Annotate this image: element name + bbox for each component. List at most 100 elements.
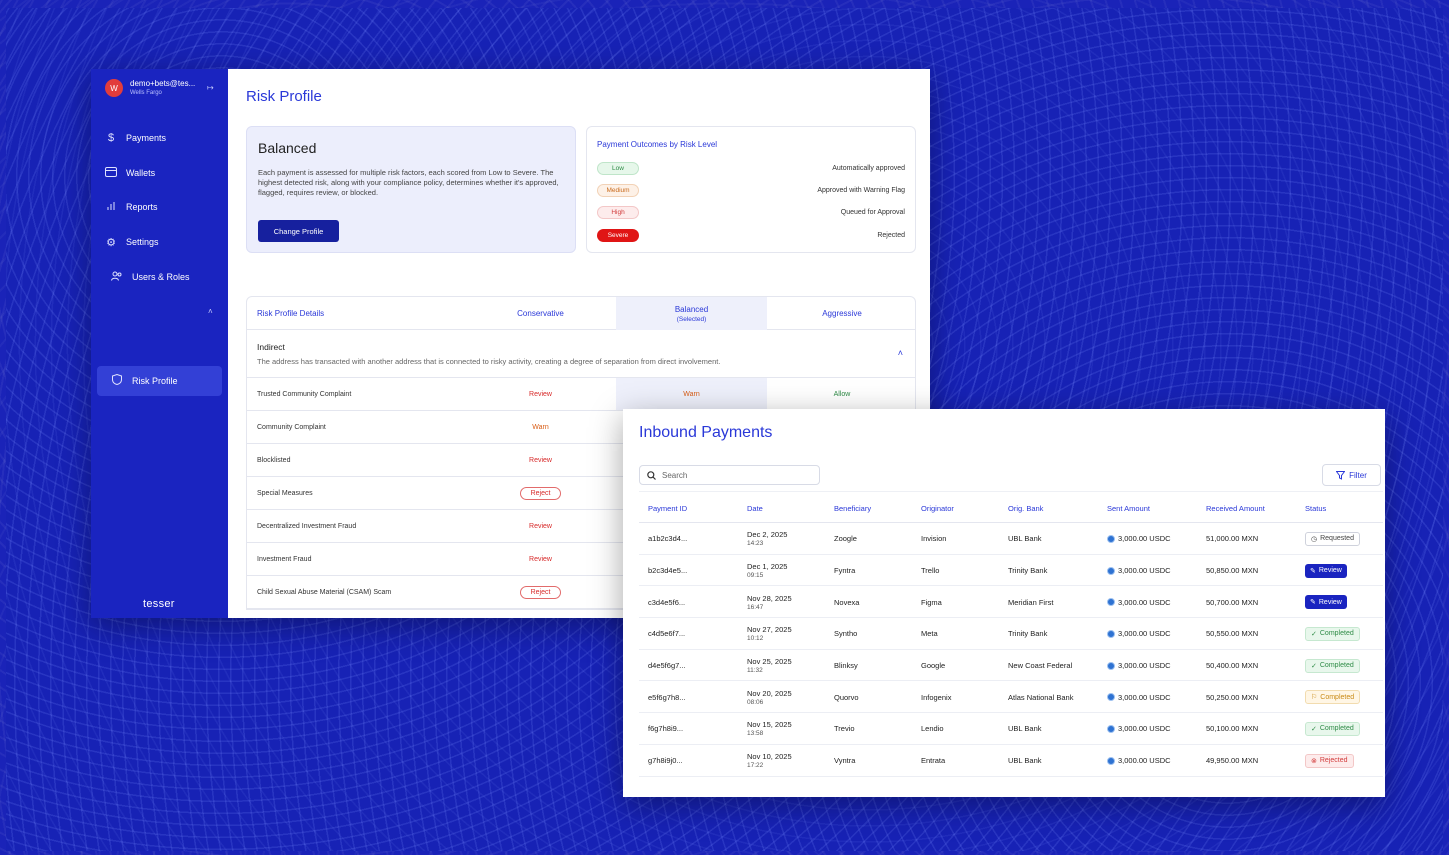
status-badge: ⚐ Completed [1305,690,1361,705]
payment-id: c4d5e6f7... [648,618,685,650]
risk-factor-label: Trusted Community Complaint [257,391,352,398]
column-header-received-amount[interactable]: Received Amount [1206,492,1265,524]
table-row[interactable]: e5f6g7h8... Nov 20, 2025 08:06 Quorvo Infoge… [639,681,1383,714]
sidebar-item-label: Risk Profile [132,376,178,386]
payment-id: b2c3d4e5... [648,555,687,587]
logout-icon[interactable]: ↦ [207,83,214,92]
brand-logo: tesser [143,598,175,610]
sidebar-item-settings[interactable]: ⚙ Settings [105,235,158,249]
payment-time: 09:15 [747,572,764,580]
balanced-label: Balanced [674,304,709,314]
status-label: Completed [1319,630,1354,638]
payment-id: a1b2c3d4... [648,523,687,555]
wallet-icon [105,166,117,180]
beneficiary-text: Trevio [834,724,855,734]
sidebar-item-reports[interactable]: Reports [105,200,158,214]
outcome-text: Automatically approved [832,164,905,172]
payment-date-text: Nov 20, 2025 [747,688,792,698]
orig-bank: UBL Bank [1008,523,1042,555]
table-row[interactable]: a1b2c3d4... Dec 2, 2025 14:23 Zoogle Invisio… [639,523,1383,555]
filter-button[interactable]: Filter [1322,464,1381,486]
table-row[interactable]: d4e5f6g7... Nov 25, 2025 11:32 Blinksy Googl… [639,650,1383,682]
beneficiary-text: Novexa [834,597,860,607]
orig-bank-text: UBL Bank [1008,756,1042,766]
sidebar-item-payments[interactable]: $ Payments [105,131,166,145]
status-badge[interactable]: ✎ Review [1305,563,1347,578]
bar-chart-icon [105,201,117,214]
usdc-coin-icon [1107,724,1115,733]
payment-date-text: Nov 15, 2025 [747,720,792,730]
column-header-payment-id[interactable]: Payment ID [648,492,687,524]
usdc-coin-icon [1107,661,1115,670]
orig-bank: Meridian First [1008,586,1053,618]
column-header-status[interactable]: Status [1305,492,1326,524]
filter-label: Filter [1349,470,1367,480]
status-label: Completed [1320,693,1355,701]
originator-text: Entrata [921,756,946,766]
usdc-coin-icon [1107,629,1115,638]
sent-amount-text: 3,000.00 USDC [1118,692,1171,702]
user-account[interactable]: W demo+bets@tes... Wells Fargo [105,79,195,97]
search-input[interactable]: Search [639,465,820,485]
chevron-up-icon[interactable]: ˄ [898,348,903,358]
column-header-beneficiary[interactable]: Beneficiary [834,492,871,524]
section-indirect[interactable]: Indirect The address has transacted with… [247,330,915,378]
table-row[interactable]: f6g7h8i9... Nov 15, 2025 13:58 Trevio Lendio… [639,713,1383,745]
risk-level-badge: Low [597,161,639,175]
profile-name: Balanced [258,140,317,156]
sidebar-item-risk-profile[interactable]: Risk Profile [111,373,178,388]
outcomes-title: Payment Outcomes by Risk Level [597,140,718,149]
check-circle-icon: ✓ [1311,662,1317,670]
column-header-conservative[interactable]: Conservative [465,297,616,330]
change-profile-button[interactable]: Change Profile [258,220,339,242]
section-title: Indirect [257,342,285,352]
column-header-details: Risk Profile Details [257,309,325,318]
column-header-orig-bank[interactable]: Orig. Bank [1008,492,1043,524]
received-amount-text: 50,700.00 MXN [1206,597,1259,607]
dollar-icon: $ [107,132,115,144]
usdc-coin-icon [1107,756,1115,765]
table-row[interactable]: b2c3d4e5... Dec 1, 2025 09:15 Fyntra Trello T… [639,555,1383,587]
beneficiary: Quorvo [834,681,859,713]
sent-amount: 3,000.00 USDC [1107,713,1171,745]
status-badge[interactable]: ✎ Review [1305,595,1347,610]
status-badge: ✓ Completed [1305,658,1360,673]
sidebar-item-users-roles[interactable]: Users & Roles [111,270,190,284]
payment-date: Dec 1, 2025 09:15 [747,555,787,587]
beneficiary: Novexa [834,586,859,618]
table-row[interactable]: c3d4e5f6... Nov 28, 2025 16:47 Novexa Figma M… [639,586,1383,619]
status-cell: ✓ Completed [1305,618,1360,650]
column-header-aggressive[interactable]: Aggressive [767,297,917,330]
originator: Infogenix [921,681,951,713]
usdc-coin-icon [1107,693,1115,702]
originator-text: Infogenix [921,692,952,702]
column-header-balanced[interactable]: Balanced (Selected) [616,297,767,330]
users-icon [111,271,123,284]
orig-bank-text: Trinity Bank [1008,566,1048,576]
payment-id: f6g7h8i9... [648,713,683,745]
x-circle-icon: ⊗ [1311,757,1317,765]
chevron-up-icon[interactable]: ˄ [208,307,213,316]
received-amount: 49,950.00 MXN [1206,745,1258,777]
payment-date-text: Nov 28, 2025 [747,593,792,603]
beneficiary: Blinksy [834,650,858,682]
table-row[interactable]: c4d5e6f7... Nov 27, 2025 10:12 Syntho Meta Tr… [639,618,1383,650]
status-label: Rejected [1319,757,1348,765]
table-row[interactable]: g7h8i9j0... Nov 10, 2025 17:22 Vyntra Entrat… [639,745,1383,777]
status-badge: ◷ Requested [1305,531,1360,546]
payment-date-text: Dec 2, 2025 [747,530,788,540]
originator: Figma [921,586,942,618]
column-header-date[interactable]: Date [747,492,763,524]
avatar: W [105,79,123,97]
sidebar-item-wallets[interactable]: Wallets [105,166,155,180]
payment-date: Nov 15, 2025 13:58 [747,713,792,745]
reject-badge: Reject [519,586,562,599]
payment-id: d4e5f6g7... [648,650,686,682]
outcomes-card: Payment Outcomes by Risk Level Low Autom… [586,126,916,253]
originator: Trello [921,555,939,587]
column-header-originator[interactable]: Originator [921,492,954,524]
status-label: Review [1318,567,1342,575]
outcome-row: Severe Rejected [597,228,905,242]
payment-time: 08:06 [747,698,764,706]
column-header-sent-amount[interactable]: Sent Amount [1107,492,1150,524]
